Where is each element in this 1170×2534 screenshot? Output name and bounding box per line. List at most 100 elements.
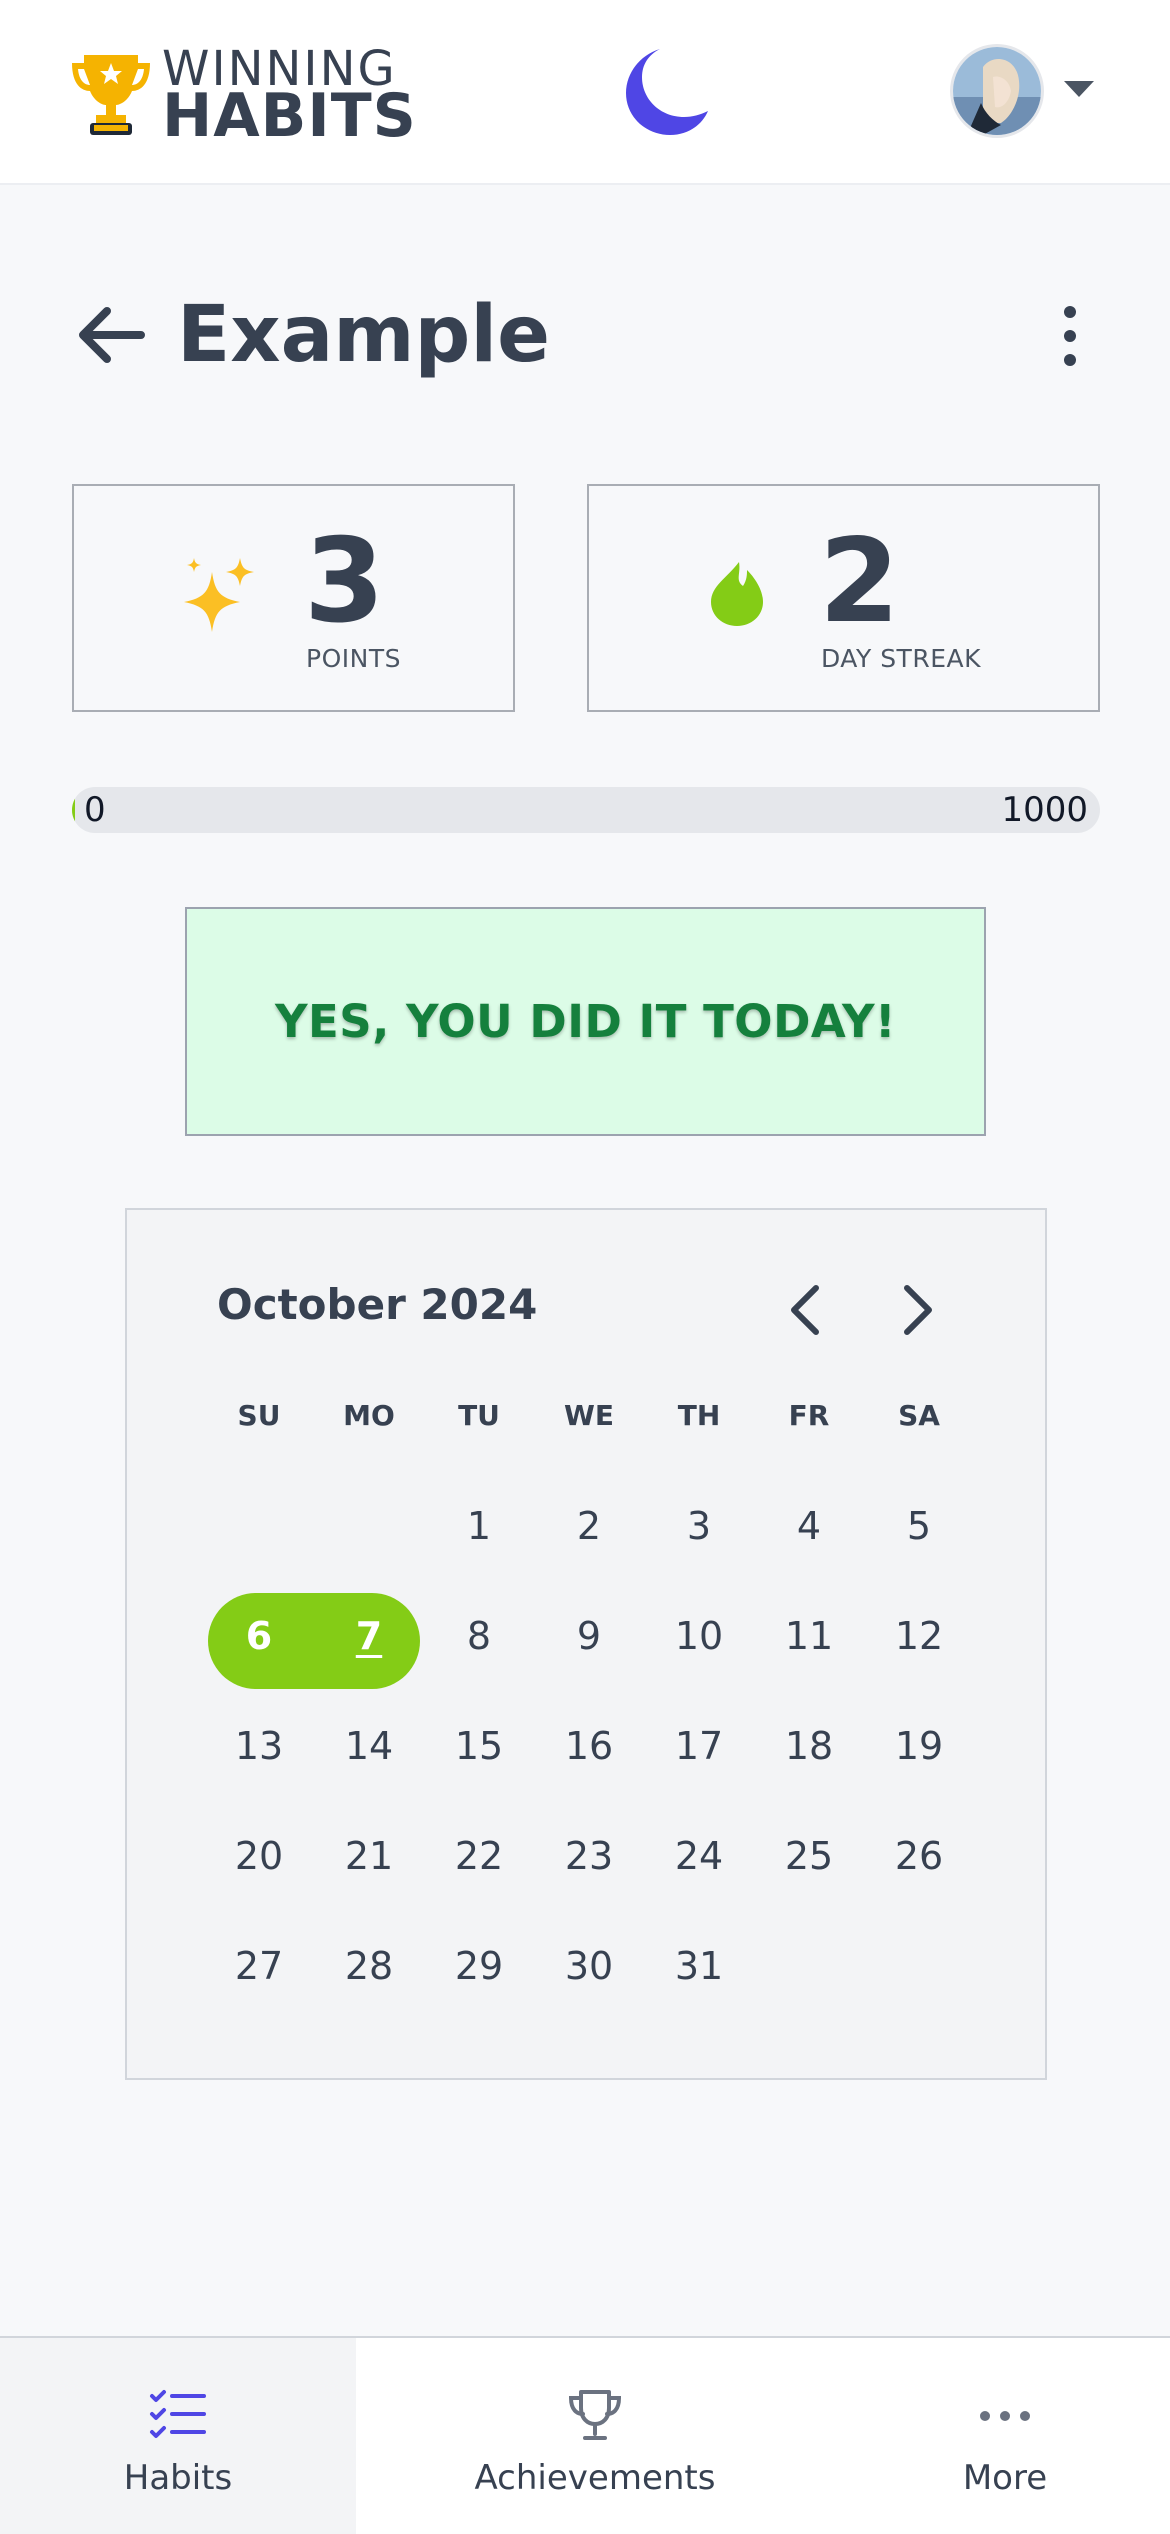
calendar-day[interactable]: 10 <box>644 1581 754 1691</box>
calendar-day[interactable]: 6 <box>204 1581 314 1691</box>
calendar-weekday-row: SU MO TU WE TH FR SA <box>204 1395 974 1471</box>
calendar-day-number: 27 <box>234 1944 284 1988</box>
calendar-week-row: 6 7 8 9 10 11 12 <box>204 1581 974 1691</box>
calendar-grid: SU MO TU WE TH FR SA 1 2 3 4 5 6 7 8 9 10 11 12 13 14 15 16 17 1… <box>204 1395 974 2021</box>
weekday-label: TU <box>458 1398 500 1432</box>
calendar-empty-cell <box>754 1911 864 2021</box>
calendar-day-number: 21 <box>344 1834 394 1878</box>
avatar[interactable] <box>950 44 1044 138</box>
calendar-day[interactable]: 2 <box>534 1471 644 1581</box>
nav-item-more[interactable]: More <box>900 2338 1110 2534</box>
calendar-day-number: 13 <box>234 1724 284 1768</box>
calendar-empty-cell <box>864 1911 974 2021</box>
calendar-day-number: 6 <box>245 1614 273 1658</box>
calendar-day[interactable]: 15 <box>424 1691 534 1801</box>
calendar-day[interactable]: 28 <box>314 1911 424 2021</box>
calendar-day[interactable]: 21 <box>314 1801 424 1911</box>
calendar-day[interactable]: 13 <box>204 1691 314 1801</box>
done-today-button[interactable]: YES, YOU DID IT TODAY! <box>185 907 986 1136</box>
calendar-day[interactable]: 12 <box>864 1581 974 1691</box>
checklist-icon <box>150 2390 206 2438</box>
calendar-month-label: October 2024 <box>217 1280 538 1329</box>
calendar-week-row: 13 14 15 16 17 18 19 <box>204 1691 974 1801</box>
habit-calendar: October 2024 SU MO TU WE TH FR SA 1 2 3 4 5 6 7 8 9 10 11… <box>125 1208 1047 2080</box>
calendar-day[interactable]: 20 <box>204 1801 314 1911</box>
calendar-day[interactable]: 8 <box>424 1581 534 1691</box>
progress-min-label: 0 <box>84 790 106 830</box>
progress-fill <box>72 787 76 833</box>
weekday-label: SU <box>237 1398 281 1432</box>
calendar-day[interactable]: 31 <box>644 1911 754 2021</box>
calendar-day[interactable]: 27 <box>204 1911 314 2021</box>
calendar-day-number: 22 <box>454 1834 504 1878</box>
weekday-label: WE <box>563 1398 614 1432</box>
calendar-day-number: 1 <box>466 1504 492 1548</box>
calendar-day-number: 23 <box>564 1834 614 1878</box>
calendar-day[interactable]: 24 <box>644 1801 754 1911</box>
calendar-day-number: 10 <box>674 1614 724 1658</box>
calendar-day[interactable]: 23 <box>534 1801 644 1911</box>
calendar-day[interactable]: 29 <box>424 1911 534 2021</box>
app-logo[interactable]: WINNING HABITS <box>70 40 416 150</box>
calendar-day[interactable]: 7 <box>314 1581 424 1691</box>
calendar-day-number: 26 <box>894 1834 944 1878</box>
calendar-day[interactable]: 26 <box>864 1801 974 1911</box>
calendar-day[interactable]: 14 <box>314 1691 424 1801</box>
calendar-day[interactable]: 17 <box>644 1691 754 1801</box>
arrow-left-icon[interactable] <box>75 305 147 365</box>
calendar-day-number: 19 <box>894 1724 944 1768</box>
calendar-day-number: 30 <box>564 1944 614 1988</box>
nav-item-achievements[interactable]: Achievements <box>440 2338 750 2534</box>
calendar-week-row: 1 2 3 4 5 <box>204 1471 974 1581</box>
weekday-label: MO <box>343 1398 395 1432</box>
fire-icon <box>711 562 763 626</box>
points-label: POINTS <box>306 644 401 673</box>
calendar-day[interactable]: 4 <box>754 1471 864 1581</box>
kebab-menu-icon[interactable] <box>1050 302 1090 370</box>
nav-label-achievements: Achievements <box>474 2458 716 2498</box>
calendar-day-number: 25 <box>784 1834 834 1878</box>
calendar-day[interactable]: 25 <box>754 1801 864 1911</box>
calendar-day-number: 17 <box>674 1724 724 1768</box>
calendar-day[interactable]: 30 <box>534 1911 644 2021</box>
streak-value: 2 <box>819 514 900 649</box>
more-dots-icon <box>980 2411 1030 2421</box>
calendar-day[interactable]: 11 <box>754 1581 864 1691</box>
streak-card: 2 DAY STREAK <box>587 484 1100 712</box>
calendar-day[interactable]: 19 <box>864 1691 974 1801</box>
calendar-day[interactable]: 3 <box>644 1471 754 1581</box>
calendar-day-number: 29 <box>454 1944 504 1988</box>
points-value: 3 <box>304 514 385 649</box>
calendar-day-number: 5 <box>906 1504 932 1548</box>
calendar-day[interactable]: 16 <box>534 1691 644 1801</box>
chevron-right-icon[interactable] <box>897 1282 941 1338</box>
calendar-empty-cell <box>204 1471 314 1581</box>
calendar-day-number: 9 <box>576 1614 602 1658</box>
chevron-left-icon[interactable] <box>782 1282 826 1338</box>
nav-label-habits: Habits <box>123 2458 233 2498</box>
calendar-day[interactable]: 18 <box>754 1691 864 1801</box>
calendar-day[interactable]: 9 <box>534 1581 644 1691</box>
calendar-day-number: 7 <box>355 1614 383 1658</box>
calendar-day-number: 31 <box>674 1944 724 1988</box>
nav-item-habits[interactable]: Habits <box>0 2338 356 2534</box>
logo-text-habits: HABITS <box>162 81 417 151</box>
calendar-day[interactable]: 1 <box>424 1471 534 1581</box>
calendar-day[interactable]: 5 <box>864 1471 974 1581</box>
weekday-label: TH <box>677 1398 721 1432</box>
calendar-day[interactable]: 22 <box>424 1801 534 1911</box>
sparkles-icon <box>184 558 254 632</box>
calendar-day-number: 20 <box>234 1834 284 1878</box>
done-today-text: YES, YOU DID IT TODAY! <box>274 995 897 1048</box>
calendar-day-number: 2 <box>576 1504 602 1548</box>
calendar-day-number: 11 <box>784 1614 834 1658</box>
page-title: Example <box>177 290 550 380</box>
nav-label-more: More <box>962 2458 1048 2498</box>
app-header: WINNING HABITS <box>0 0 1170 185</box>
weekday-label: FR <box>788 1398 830 1432</box>
calendar-empty-cell <box>314 1471 424 1581</box>
moon-icon[interactable] <box>620 45 712 137</box>
caret-down-icon[interactable] <box>1062 78 1096 100</box>
calendar-day-number: 4 <box>796 1504 822 1548</box>
streak-label: DAY STREAK <box>821 644 981 673</box>
